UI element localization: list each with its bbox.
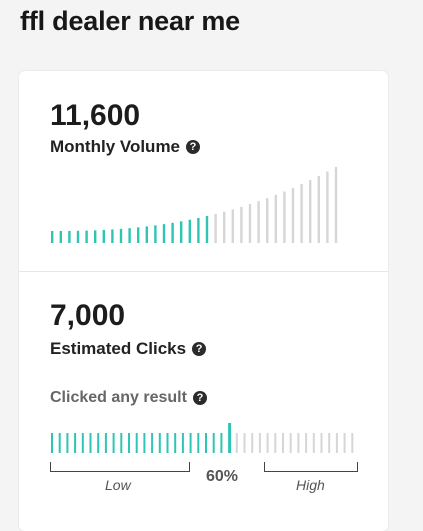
clicked-percent: 60% bbox=[206, 468, 239, 485]
question-circle-icon[interactable]: ? bbox=[186, 140, 201, 154]
gauge-bar-empty bbox=[320, 433, 323, 453]
gauge-bar-filled bbox=[89, 433, 92, 453]
volume-bar-filled bbox=[154, 225, 157, 243]
monthly-volume-label: Monthly Volume ? bbox=[50, 137, 201, 157]
volume-bar-filled bbox=[128, 228, 131, 243]
gauge-bar-filled bbox=[112, 433, 115, 453]
volume-bar-filled bbox=[171, 222, 174, 243]
gauge-bar-empty bbox=[266, 433, 269, 453]
gauge-bar-filled bbox=[181, 433, 184, 453]
clicked-any-result-gauge bbox=[51, 423, 354, 453]
gauge-bar-empty bbox=[328, 433, 331, 453]
question-circle-icon[interactable]: ? bbox=[192, 342, 207, 356]
gauge-bar-filled bbox=[66, 433, 69, 453]
section-divider bbox=[19, 271, 388, 272]
volume-bar-empty bbox=[291, 187, 295, 243]
gauge-bar-filled bbox=[104, 433, 107, 453]
volume-bar-empty bbox=[248, 204, 252, 243]
clicked-any-result-label: Clicked any result ? bbox=[50, 389, 207, 407]
gauge-bar-filled bbox=[128, 433, 130, 453]
gauge-marker bbox=[228, 423, 232, 453]
gauge-bar-empty bbox=[297, 433, 300, 453]
gauge-bar-filled bbox=[51, 433, 53, 453]
volume-bar-empty bbox=[274, 194, 277, 243]
volume-bar-empty bbox=[223, 211, 226, 243]
volume-bar-filled bbox=[59, 230, 62, 243]
gauge-bar-empty bbox=[351, 433, 354, 453]
gauge-bar-filled bbox=[197, 433, 200, 453]
volume-bar-filled bbox=[119, 228, 123, 243]
gauge-bar-empty bbox=[243, 433, 246, 453]
volume-bar-empty bbox=[266, 198, 269, 243]
volume-bar-filled bbox=[137, 227, 140, 243]
volume-bar-empty bbox=[214, 213, 217, 243]
gauge-bar-filled bbox=[166, 433, 169, 453]
clicked-any-result-label-text: Clicked any result bbox=[50, 389, 187, 406]
gauge-bar-empty bbox=[305, 433, 308, 453]
volume-bar-filled bbox=[188, 219, 191, 243]
volume-bar-empty bbox=[240, 206, 243, 243]
question-circle-icon[interactable]: ? bbox=[192, 391, 207, 405]
keyword-metrics-card: 11,600 Monthly Volume ? 7,000 Estimated … bbox=[19, 71, 388, 531]
monthly-volume-value: 11,600 bbox=[50, 99, 141, 132]
volume-bar-empty bbox=[317, 175, 320, 243]
monthly-volume-trend-chart bbox=[51, 167, 338, 243]
gauge-bar-empty bbox=[343, 433, 346, 453]
volume-bar-filled bbox=[180, 221, 183, 243]
gauge-bar-filled bbox=[81, 433, 84, 453]
gauge-bar-filled bbox=[143, 433, 146, 453]
estimated-clicks-label: Estimated Clicks ? bbox=[50, 339, 207, 359]
gauge-bar-filled bbox=[120, 433, 123, 453]
estimated-clicks-label-text: Estimated Clicks bbox=[50, 339, 187, 358]
volume-bar-empty bbox=[300, 184, 303, 243]
gauge-bar-filled bbox=[174, 433, 177, 453]
volume-bar-filled bbox=[145, 226, 148, 243]
gauge-bar-empty bbox=[274, 433, 277, 453]
gauge-bar-filled bbox=[58, 433, 61, 453]
volume-bar-empty bbox=[334, 167, 338, 243]
gauge-bar-filled bbox=[74, 433, 77, 453]
volume-bar-empty bbox=[309, 180, 312, 243]
gauge-bar-filled bbox=[97, 433, 100, 453]
volume-bar-empty bbox=[257, 201, 260, 243]
volume-bar-filled bbox=[197, 217, 200, 243]
low-range-label: Low bbox=[105, 477, 131, 493]
estimated-clicks-value: 7,000 bbox=[50, 299, 126, 332]
volume-bar-filled bbox=[162, 224, 166, 243]
gauge-bar-empty bbox=[289, 433, 292, 453]
volume-bar-filled bbox=[76, 230, 80, 243]
gauge-bar-empty bbox=[251, 433, 254, 453]
gauge-bar-filled bbox=[220, 433, 223, 453]
volume-bar-empty bbox=[283, 191, 286, 243]
volume-bar-filled bbox=[94, 230, 97, 243]
volume-bar-filled bbox=[85, 230, 88, 243]
gauge-bar-filled bbox=[189, 433, 192, 453]
monthly-volume-label-text: Monthly Volume bbox=[50, 137, 181, 156]
volume-bar-filled bbox=[68, 230, 71, 243]
gauge-bar-empty bbox=[235, 433, 238, 453]
gauge-bar-empty bbox=[282, 433, 284, 453]
page-title: ffl dealer near me bbox=[20, 6, 240, 36]
gauge-bar-filled bbox=[212, 433, 215, 453]
gauge-bar-filled bbox=[205, 433, 207, 453]
volume-bar-filled bbox=[111, 229, 114, 243]
volume-bar-filled bbox=[205, 216, 209, 243]
high-range-label: High bbox=[296, 477, 325, 493]
volume-bar-filled bbox=[102, 229, 105, 243]
volume-bar-filled bbox=[51, 231, 54, 243]
gauge-bar-filled bbox=[158, 433, 161, 453]
high-range-bracket bbox=[264, 462, 358, 472]
gauge-bar-filled bbox=[135, 433, 138, 453]
gauge-bar-empty bbox=[335, 433, 338, 453]
gauge-bar-empty bbox=[312, 433, 315, 453]
gauge-bar-empty bbox=[258, 433, 261, 453]
volume-bar-empty bbox=[326, 171, 329, 243]
low-range-bracket bbox=[50, 462, 190, 472]
gauge-bar-filled bbox=[151, 433, 154, 453]
volume-bar-empty bbox=[231, 209, 234, 243]
